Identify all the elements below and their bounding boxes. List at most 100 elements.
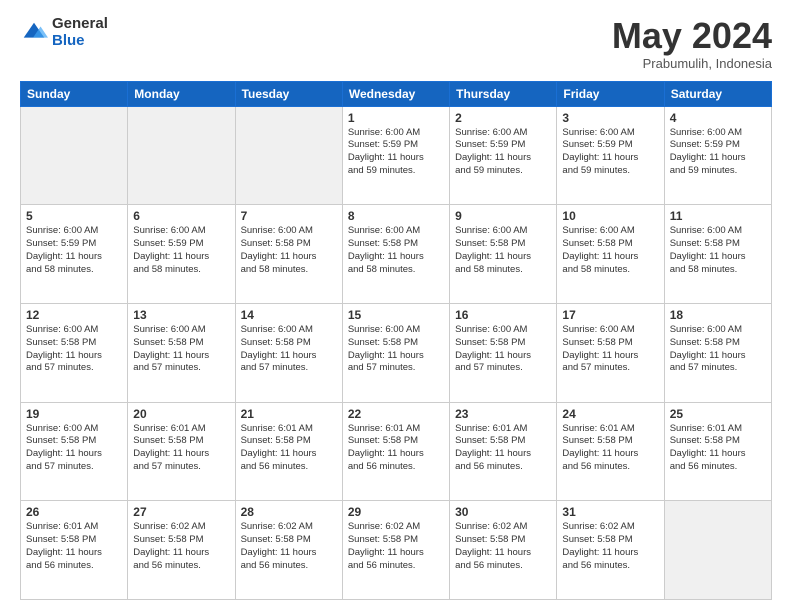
day-info: Sunrise: 6:00 AM Sunset: 5:58 PM Dayligh… (26, 324, 122, 375)
day-info: Sunrise: 6:00 AM Sunset: 5:59 PM Dayligh… (26, 225, 122, 276)
day-number: 28 (241, 505, 337, 519)
day-info: Sunrise: 6:01 AM Sunset: 5:58 PM Dayligh… (562, 423, 658, 474)
day-info: Sunrise: 6:00 AM Sunset: 5:58 PM Dayligh… (348, 225, 444, 276)
day-number: 19 (26, 407, 122, 421)
calendar-cell: 23 Sunrise: 6:01 AM Sunset: 5:58 PM Dayli… (450, 402, 557, 501)
calendar-week-row: 26 Sunrise: 6:01 AM Sunset: 5:58 PM Dayli… (21, 501, 772, 600)
day-number: 11 (670, 209, 766, 223)
day-number: 27 (133, 505, 229, 519)
day-info: Sunrise: 6:00 AM Sunset: 5:58 PM Dayligh… (241, 225, 337, 276)
day-number: 25 (670, 407, 766, 421)
day-number: 24 (562, 407, 658, 421)
weekday-header-monday: Monday (128, 81, 235, 106)
day-number: 14 (241, 308, 337, 322)
calendar-cell: 12 Sunrise: 6:00 AM Sunset: 5:58 PM Dayli… (21, 303, 128, 402)
day-info: Sunrise: 6:01 AM Sunset: 5:58 PM Dayligh… (241, 423, 337, 474)
day-number: 4 (670, 111, 766, 125)
calendar-cell: 9 Sunrise: 6:00 AM Sunset: 5:58 PM Daylig… (450, 205, 557, 304)
page: General Blue May 2024 Prabumulih, Indone… (0, 0, 792, 612)
day-number: 10 (562, 209, 658, 223)
logo: General Blue (20, 16, 108, 49)
day-number: 15 (348, 308, 444, 322)
calendar-cell: 21 Sunrise: 6:01 AM Sunset: 5:58 PM Dayli… (235, 402, 342, 501)
day-number: 7 (241, 209, 337, 223)
day-info: Sunrise: 6:00 AM Sunset: 5:58 PM Dayligh… (670, 225, 766, 276)
calendar-cell: 10Sunrise: 6:00 AM Sunset: 5:58 PM Dayli… (557, 205, 664, 304)
day-info: Sunrise: 6:00 AM Sunset: 5:59 PM Dayligh… (133, 225, 229, 276)
logo-blue-text: Blue (52, 33, 108, 50)
location-subtitle: Prabumulih, Indonesia (612, 56, 772, 71)
calendar-cell: 29 Sunrise: 6:02 AM Sunset: 5:58 PM Dayli… (342, 501, 449, 600)
calendar-cell: 17 Sunrise: 6:00 AM Sunset: 5:58 PM Dayli… (557, 303, 664, 402)
calendar-cell: 7 Sunrise: 6:00 AM Sunset: 5:58 PM Daylig… (235, 205, 342, 304)
day-info: Sunrise: 6:00 AM Sunset: 5:58 PM Dayligh… (455, 324, 551, 375)
calendar-cell: 18 Sunrise: 6:00 AM Sunset: 5:58 PM Dayli… (664, 303, 771, 402)
day-number: 31 (562, 505, 658, 519)
header: General Blue May 2024 Prabumulih, Indone… (20, 16, 772, 71)
weekday-header-thursday: Thursday (450, 81, 557, 106)
calendar-cell: 30Sunrise: 6:02 AM Sunset: 5:58 PM Dayli… (450, 501, 557, 600)
logo-icon (20, 19, 48, 47)
weekday-header-wednesday: Wednesday (342, 81, 449, 106)
calendar-cell (664, 501, 771, 600)
day-number: 2 (455, 111, 551, 125)
day-number: 13 (133, 308, 229, 322)
day-number: 23 (455, 407, 551, 421)
calendar-cell: 16 Sunrise: 6:00 AM Sunset: 5:58 PM Dayli… (450, 303, 557, 402)
day-number: 18 (670, 308, 766, 322)
title-section: May 2024 Prabumulih, Indonesia (612, 16, 772, 71)
calendar-cell: 3Sunrise: 6:00 AM Sunset: 5:59 PM Daylig… (557, 106, 664, 205)
day-number: 6 (133, 209, 229, 223)
day-info: Sunrise: 6:02 AM Sunset: 5:58 PM Dayligh… (562, 521, 658, 572)
weekday-header-tuesday: Tuesday (235, 81, 342, 106)
day-info: Sunrise: 6:02 AM Sunset: 5:58 PM Dayligh… (348, 521, 444, 572)
day-info: Sunrise: 6:01 AM Sunset: 5:58 PM Dayligh… (26, 521, 122, 572)
day-number: 21 (241, 407, 337, 421)
day-number: 12 (26, 308, 122, 322)
day-info: Sunrise: 6:00 AM Sunset: 5:58 PM Dayligh… (562, 324, 658, 375)
day-number: 26 (26, 505, 122, 519)
day-number: 5 (26, 209, 122, 223)
month-title: May 2024 (612, 16, 772, 56)
day-number: 16 (455, 308, 551, 322)
calendar-cell: 13 Sunrise: 6:00 AM Sunset: 5:58 PM Dayli… (128, 303, 235, 402)
calendar-cell: 28 Sunrise: 6:02 AM Sunset: 5:58 PM Dayli… (235, 501, 342, 600)
calendar-header-row: SundayMondayTuesdayWednesdayThursdayFrid… (21, 81, 772, 106)
day-info: Sunrise: 6:00 AM Sunset: 5:58 PM Dayligh… (133, 324, 229, 375)
weekday-header-sunday: Sunday (21, 81, 128, 106)
calendar-cell: 24 Sunrise: 6:01 AM Sunset: 5:58 PM Dayli… (557, 402, 664, 501)
day-number: 22 (348, 407, 444, 421)
day-number: 17 (562, 308, 658, 322)
day-info: Sunrise: 6:00 AM Sunset: 5:59 PM Dayligh… (455, 127, 551, 178)
calendar-week-row: 12 Sunrise: 6:00 AM Sunset: 5:58 PM Dayli… (21, 303, 772, 402)
calendar-cell: 2 Sunrise: 6:00 AM Sunset: 5:59 PM Daylig… (450, 106, 557, 205)
calendar-cell: 1 Sunrise: 6:00 AM Sunset: 5:59 PM Daylig… (342, 106, 449, 205)
calendar-cell: 14 Sunrise: 6:00 AM Sunset: 5:58 PM Dayli… (235, 303, 342, 402)
day-info: Sunrise: 6:01 AM Sunset: 5:58 PM Dayligh… (455, 423, 551, 474)
day-info: Sunrise: 6:00 AM Sunset: 5:58 PM Dayligh… (241, 324, 337, 375)
day-info: Sunrise: 6:00 AM Sunset: 5:58 PM Dayligh… (670, 324, 766, 375)
day-number: 9 (455, 209, 551, 223)
calendar-cell: 15Sunrise: 6:00 AM Sunset: 5:58 PM Dayli… (342, 303, 449, 402)
day-info: Sunrise: 6:00 AM Sunset: 5:59 PM Dayligh… (348, 127, 444, 178)
logo-text: General Blue (52, 16, 108, 49)
day-info: Sunrise: 6:01 AM Sunset: 5:58 PM Dayligh… (348, 423, 444, 474)
calendar-cell: 22 Sunrise: 6:01 AM Sunset: 5:58 PM Dayli… (342, 402, 449, 501)
calendar-cell: 19Sunrise: 6:00 AM Sunset: 5:58 PM Dayli… (21, 402, 128, 501)
day-number: 1 (348, 111, 444, 125)
day-number: 29 (348, 505, 444, 519)
calendar-cell: 8 Sunrise: 6:00 AM Sunset: 5:58 PM Daylig… (342, 205, 449, 304)
weekday-header-saturday: Saturday (664, 81, 771, 106)
weekday-header-friday: Friday (557, 81, 664, 106)
calendar-cell: 6 Sunrise: 6:00 AM Sunset: 5:59 PM Daylig… (128, 205, 235, 304)
calendar-cell: 20Sunrise: 6:01 AM Sunset: 5:58 PM Dayli… (128, 402, 235, 501)
calendar-cell (21, 106, 128, 205)
calendar-cell: 25 Sunrise: 6:01 AM Sunset: 5:58 PM Dayli… (664, 402, 771, 501)
day-info: Sunrise: 6:02 AM Sunset: 5:58 PM Dayligh… (241, 521, 337, 572)
calendar-week-row: 19Sunrise: 6:00 AM Sunset: 5:58 PM Dayli… (21, 402, 772, 501)
day-number: 8 (348, 209, 444, 223)
calendar-cell: 26 Sunrise: 6:01 AM Sunset: 5:58 PM Dayli… (21, 501, 128, 600)
day-info: Sunrise: 6:01 AM Sunset: 5:58 PM Dayligh… (670, 423, 766, 474)
day-info: Sunrise: 6:00 AM Sunset: 5:58 PM Dayligh… (455, 225, 551, 276)
day-info: Sunrise: 6:02 AM Sunset: 5:58 PM Dayligh… (455, 521, 551, 572)
